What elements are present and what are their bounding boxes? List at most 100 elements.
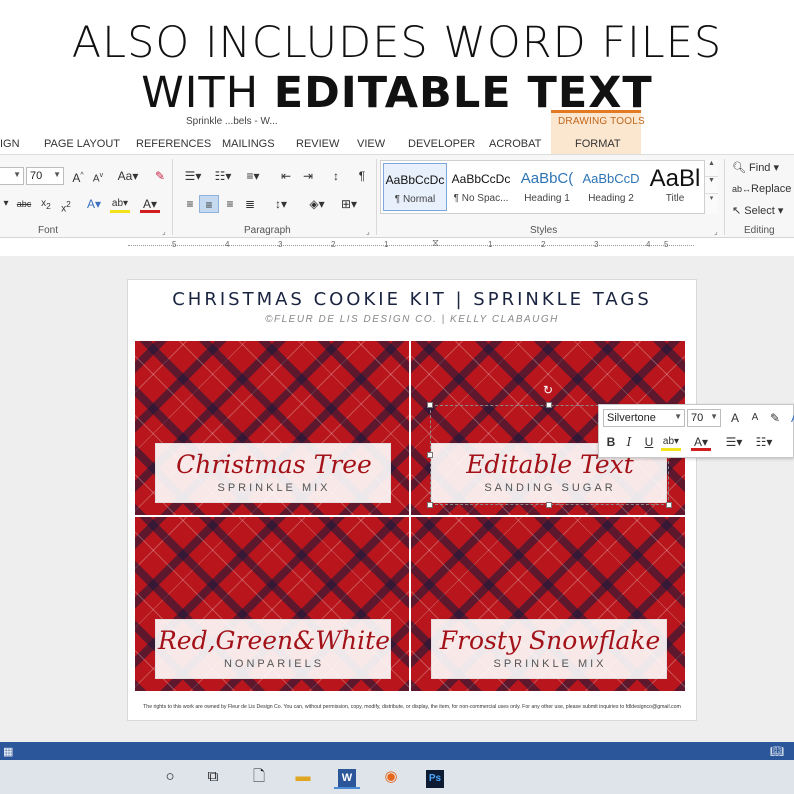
cut-line-horizontal: [135, 515, 687, 517]
align-left-icon[interactable]: ≡: [180, 195, 200, 213]
tab-developer[interactable]: DEVELOPER: [408, 138, 475, 150]
scroll-up-icon[interactable]: ▲: [705, 160, 718, 177]
ruler-number: 1: [488, 240, 493, 249]
mini-font-dropdown[interactable]: Silvertone ▼: [603, 409, 685, 427]
tag-sub-text[interactable]: NONPARIELS: [156, 658, 392, 670]
strikethrough-icon[interactable]: abc: [14, 195, 34, 213]
style-heading-1[interactable]: AaBbC( Heading 1: [515, 163, 579, 211]
task-view-icon[interactable]: ⧉: [200, 765, 226, 789]
styles-gallery-scroll[interactable]: ▲ ▼ ▾: [704, 160, 718, 214]
tag-sub-text[interactable]: SPRINKLE MIX: [156, 482, 392, 494]
text-effects-icon[interactable]: A▾: [84, 195, 104, 213]
photoshop-icon[interactable]: Ps: [422, 765, 448, 789]
mini-toolbar: Silvertone▼ 70▼ A A ✎ A B I U ab▾ A▾ ☰▾ …: [598, 404, 794, 458]
numbering-icon[interactable]: ☷▾: [751, 433, 777, 451]
grow-font-icon[interactable]: A: [725, 409, 745, 427]
mini-size-dropdown[interactable]: 70 ▼: [687, 409, 721, 427]
change-case-icon[interactable]: Aa▾: [114, 167, 142, 185]
italic-icon[interactable]: I: [619, 433, 639, 451]
bold-icon[interactable]: B: [601, 433, 621, 451]
dialog-launcher-icon[interactable]: ⌟: [366, 227, 370, 236]
bullets-icon[interactable]: ☰▾: [180, 167, 206, 185]
font-size-dropdown[interactable]: 70 ▼: [26, 167, 64, 185]
tab-view[interactable]: VIEW: [357, 138, 385, 150]
tab-page-layout[interactable]: PAGE LAYOUT: [44, 138, 120, 150]
style-no-spacing[interactable]: AaBbCcDc ¶ No Spac...: [449, 163, 513, 211]
subscript-icon[interactable]: x2: [36, 195, 56, 213]
horizontal-ruler[interactable]: 5 4 3 2 1 ⧖ 1 2 3 4 5: [128, 238, 694, 254]
read-mode-icon[interactable]: 📖︎: [770, 745, 784, 758]
increase-indent-icon[interactable]: ⇥: [298, 167, 318, 185]
tab-review[interactable]: REVIEW: [296, 138, 339, 150]
highlight-color-icon[interactable]: ab▾: [661, 433, 681, 451]
justify-icon[interactable]: ≣: [240, 195, 260, 213]
align-right-icon[interactable]: ≡: [220, 195, 240, 213]
shading-icon[interactable]: ◈▾: [304, 195, 330, 213]
line-spacing-icon[interactable]: ↕▾: [268, 195, 294, 213]
tag-script-text[interactable]: Christmas Tree: [156, 450, 392, 479]
replace-button[interactable]: ab↔Replace: [732, 183, 791, 195]
font-color-icon[interactable]: A▾: [140, 195, 160, 213]
tag-red-green-white[interactable]: Red,Green&White NONPARIELS: [135, 517, 409, 691]
page-status-icon[interactable]: ▦: [3, 745, 13, 758]
format-painter-icon[interactable]: ✎: [765, 409, 785, 427]
file-explorer-icon[interactable]: ▬: [290, 765, 316, 789]
search-circle-icon[interactable]: ○: [157, 765, 183, 789]
font-name-dropdown[interactable]: ▼: [0, 167, 24, 185]
tag-frosty-snowflake[interactable]: Frosty Snowflake SPRINKLE MIX: [411, 517, 685, 691]
styles-icon[interactable]: A: [785, 409, 794, 427]
tab-acrobat[interactable]: ACROBAT: [489, 138, 541, 150]
promo-line-1: ALSO INCLUDES WORD FILES: [71, 18, 723, 68]
grow-font-icon[interactable]: A^: [68, 167, 88, 185]
resize-handle[interactable]: [427, 452, 433, 458]
dialog-launcher-icon[interactable]: ⌟: [162, 227, 166, 236]
tab-mailings[interactable]: MAILINGS: [222, 138, 275, 150]
tag-sub-text[interactable]: SPRINKLE MIX: [432, 658, 668, 670]
tag-christmas-tree[interactable]: Christmas Tree SPRINKLE MIX: [135, 341, 409, 515]
tab-references[interactable]: REFERENCES: [136, 138, 211, 150]
font-color-icon[interactable]: A▾: [691, 433, 711, 451]
select-button[interactable]: ↖ Select ▾: [732, 204, 783, 217]
scroll-down-icon[interactable]: ▼: [705, 177, 718, 194]
resize-handle[interactable]: [546, 502, 552, 508]
firefox-icon[interactable]: ◉: [378, 765, 404, 789]
promo-line-2: WITH EDITABLE TEXT: [0, 68, 794, 118]
numbering-icon[interactable]: ☷▾: [210, 167, 236, 185]
word-icon[interactable]: W: [334, 765, 360, 789]
group-divider: [172, 159, 173, 235]
page-subheading[interactable]: ©FLEUR DE LIS DESIGN CO. | KELLY CLABAUG…: [127, 314, 697, 325]
tag-script-text[interactable]: Frosty Snowflake: [432, 626, 668, 655]
resize-handle[interactable]: [666, 502, 672, 508]
page-heading[interactable]: CHRISTMAS COOKIE KIT | SPRINKLE TAGS: [127, 289, 697, 310]
bullets-icon[interactable]: ☰▾: [721, 433, 747, 451]
shrink-font-icon[interactable]: Av: [88, 167, 108, 185]
decrease-indent-icon[interactable]: ⇤: [276, 167, 296, 185]
show-formatting-icon[interactable]: ¶: [352, 167, 372, 185]
style-normal[interactable]: AaBbCcDc ¶ Normal: [383, 163, 447, 211]
underline-icon[interactable]: U: [639, 433, 659, 451]
clear-formatting-icon[interactable]: ✎: [150, 167, 170, 185]
sort-icon[interactable]: ↕: [326, 167, 346, 185]
shrink-font-icon[interactable]: A: [745, 409, 765, 427]
tab-format[interactable]: FORMAT: [575, 138, 621, 150]
ruler-track: [128, 245, 694, 249]
more-styles-icon[interactable]: ▾: [705, 194, 718, 211]
resize-handle[interactable]: [427, 502, 433, 508]
dialog-launcher-icon[interactable]: ⌟: [714, 227, 718, 236]
style-heading-2[interactable]: AaBbCcD Heading 2: [579, 163, 643, 211]
style-title[interactable]: AaBl Title: [643, 163, 707, 211]
borders-icon[interactable]: ⊞▾: [336, 195, 362, 213]
multilevel-list-icon[interactable]: ≡▾: [240, 167, 266, 185]
rotate-handle-icon[interactable]: ↻: [543, 383, 553, 397]
indent-marker-icon[interactable]: ⧖: [432, 238, 439, 249]
highlight-color-icon[interactable]: ab▾: [110, 195, 130, 213]
document-icon[interactable]: 🗋: [246, 765, 272, 789]
superscript-icon[interactable]: x2: [56, 195, 76, 214]
tag-script-text[interactable]: Red,Green&White: [156, 626, 392, 655]
resize-handle[interactable]: [427, 402, 433, 408]
tab-design[interactable]: IGN: [0, 138, 20, 150]
ruler-number: 4: [225, 240, 230, 249]
find-button[interactable]: 🔍︎ Find ▾: [732, 161, 779, 174]
resize-handle[interactable]: [546, 402, 552, 408]
align-center-icon[interactable]: ≡: [199, 195, 219, 213]
